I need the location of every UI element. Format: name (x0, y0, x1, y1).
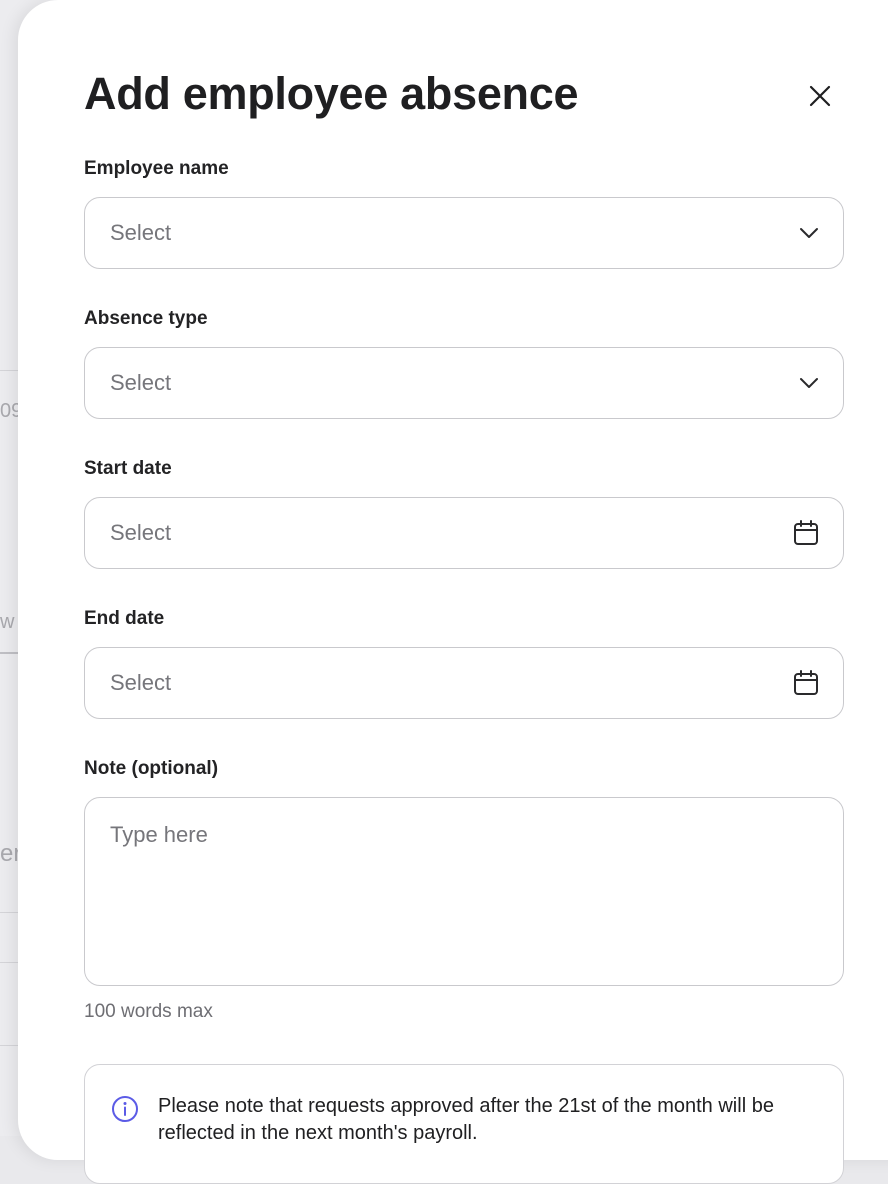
close-button[interactable] (800, 76, 840, 116)
payroll-notice-text: Please note that requests approved after… (158, 1095, 774, 1144)
background-text-fragment: w (0, 611, 15, 633)
payroll-notice: Please note that requests approved after… (84, 1064, 844, 1184)
employee-name-select[interactable]: Select (84, 197, 844, 269)
close-icon (809, 85, 831, 107)
note-placeholder: Type here (110, 822, 208, 847)
calendar-icon (793, 670, 819, 696)
background-divider (0, 962, 18, 963)
modal-title: Add employee absence (84, 68, 579, 119)
absence-type-label: Absence type (84, 308, 208, 329)
end-date-label: End date (84, 608, 165, 629)
note-textarea[interactable]: Type here (84, 797, 844, 986)
chevron-down-icon (799, 227, 819, 239)
employee-name-label: Employee name (84, 158, 229, 179)
absence-type-placeholder: Select (110, 370, 172, 395)
info-icon (111, 1095, 139, 1128)
note-word-limit-hint: 100 words max (84, 1001, 213, 1022)
start-date-picker[interactable]: Select (84, 497, 844, 569)
background-divider (0, 370, 18, 371)
background-divider (0, 912, 18, 913)
background-divider (0, 1045, 18, 1046)
employee-name-placeholder: Select (110, 220, 172, 245)
end-date-placeholder: Select (110, 670, 172, 695)
start-date-label: Start date (84, 458, 172, 479)
end-date-picker[interactable]: Select (84, 647, 844, 719)
start-date-placeholder: Select (110, 520, 172, 545)
chevron-down-icon (799, 377, 819, 389)
absence-type-select[interactable]: Select (84, 347, 844, 419)
calendar-icon (793, 520, 819, 546)
background-divider (0, 652, 18, 654)
note-label: Note (optional) (84, 758, 219, 779)
